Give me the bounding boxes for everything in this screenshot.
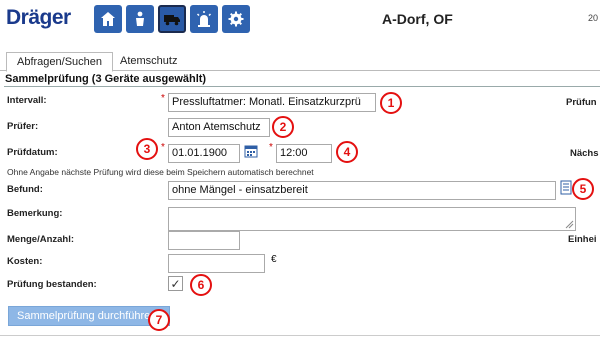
required-mark: * [161,142,165,153]
kosten-label: Kosten: [7,256,43,267]
nav-person-button[interactable] [126,5,154,33]
gear-icon [228,11,244,27]
callout-badge-6: 6 [190,274,212,296]
pruefer-field[interactable]: Anton Atemschutz [168,118,270,137]
naechste-right-label: Nächs [570,148,599,159]
menge-field[interactable] [168,231,240,250]
currency-symbol: € [271,254,277,265]
intervall-label: Intervall: [7,95,47,106]
truck-icon [164,15,180,26]
person-icon [136,11,144,26]
tab-bar: Abfragen/Suchen Atemschutz [0,52,600,72]
pruefung-right-label: Prüfun [566,97,597,108]
header-date-fragment: 20 [588,13,599,23]
draeger-logo: Dräger [6,6,71,29]
bestanden-label: Prüfung bestanden: [7,279,97,290]
app-header: Dräger A-Dorf, OF 20 [0,0,600,40]
nav-settings-button[interactable] [222,5,250,33]
nav-alarm-button[interactable] [190,5,218,33]
home-icon [101,12,115,26]
pruefdatum-field[interactable]: 01.01.1900 [168,144,240,163]
resize-handle-icon[interactable] [564,219,574,229]
kosten-field[interactable] [168,254,265,273]
bemerkung-textarea[interactable] [168,207,576,231]
bottom-divider [0,335,600,336]
pruefzeit-field[interactable]: 12:00 [276,144,332,163]
section-divider [4,86,600,87]
befund-label: Befund: [7,184,43,195]
bestanden-checkbox[interactable]: ✓ [168,276,183,291]
section-title: Sammelprüfung (3 Geräte ausgewählt) [5,73,207,85]
pruefer-label: Prüfer: [7,121,39,132]
callout-badge-4: 4 [336,141,358,163]
callout-badge-5: 5 [572,178,594,200]
notes-list-icon[interactable] [560,180,572,195]
nav-truck-button[interactable] [158,5,186,33]
pruefdatum-label: Prüfdatum: [7,147,58,158]
intervall-select[interactable]: Pressluftatmer: Monatl. Einsatzkurzprü [168,93,376,112]
calendar-icon[interactable] [244,144,258,158]
bemerkung-label: Bemerkung: [7,208,63,219]
station-name: A-Dorf, OF [382,11,453,27]
auto-calc-note: Ohne Angabe nächste Prüfung wird diese b… [7,167,314,177]
callout-badge-1: 1 [380,92,402,114]
tab-atemschutz[interactable]: Atemschutz [110,52,187,72]
callout-badge-3: 3 [136,138,158,160]
menge-label: Menge/Anzahl: [7,234,75,245]
befund-field[interactable]: ohne Mängel - einsatzbereit [168,181,556,200]
required-mark: * [269,142,273,153]
alarm-icon [196,11,212,27]
callout-badge-2: 2 [272,116,294,138]
sammelpruefung-submit-button[interactable]: Sammelprüfung durchführen [8,306,170,326]
required-mark: * [161,93,165,104]
tab-abfragen-suchen[interactable]: Abfragen/Suchen [6,52,114,72]
callout-badge-7: 7 [148,309,170,331]
nav-home-button[interactable] [94,5,122,33]
einheit-right-label: Einhei [568,234,597,245]
